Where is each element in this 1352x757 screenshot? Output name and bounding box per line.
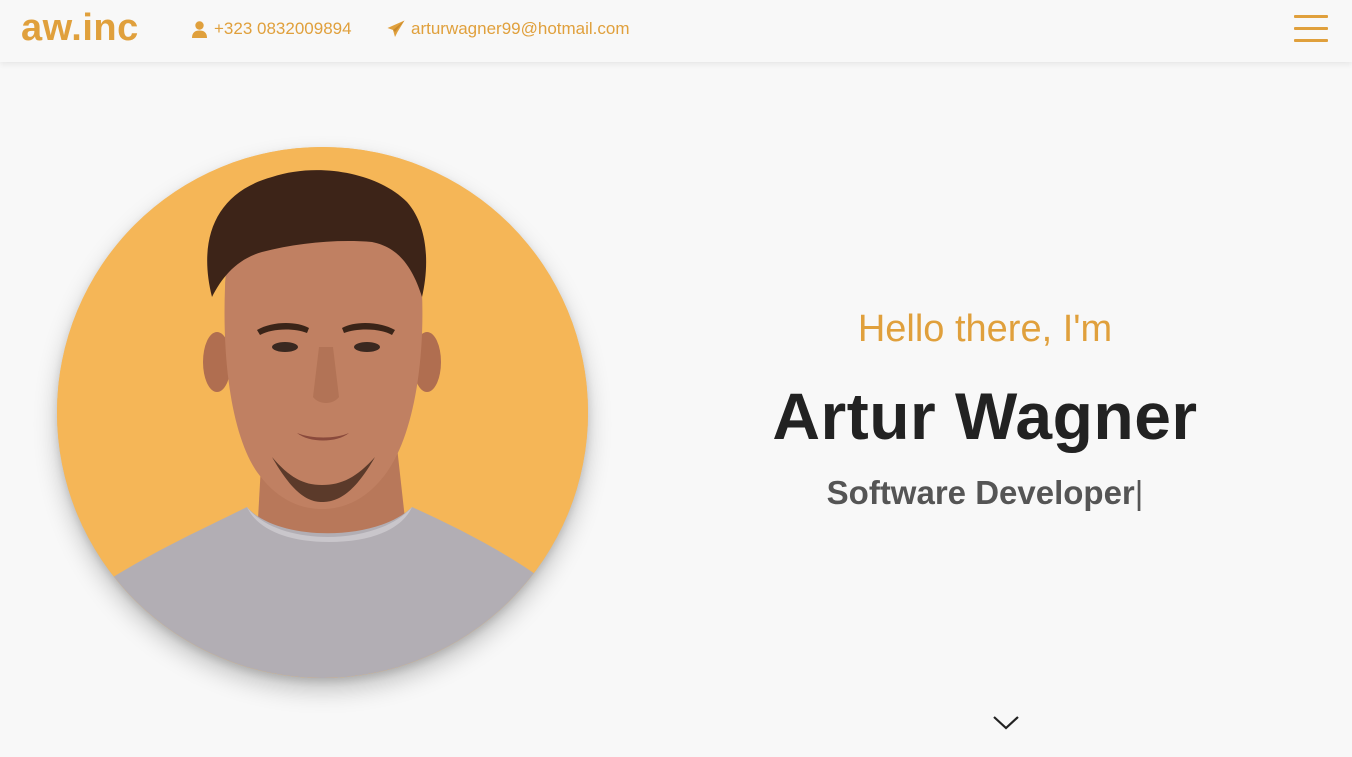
paper-plane-icon (387, 20, 405, 38)
phone-contact-link[interactable]: +323 0832009894 (190, 17, 352, 41)
email-address: arturwagner99@hotmail.com (411, 19, 630, 38)
phone-number: +323 0832009894 (214, 19, 352, 38)
menu-bar (1294, 15, 1328, 18)
role-text: Software Developer (826, 474, 1135, 511)
menu-bar (1294, 27, 1328, 30)
hero-name: Artur Wagner (772, 379, 1198, 453)
hamburger-menu-icon[interactable] (1294, 15, 1328, 43)
typing-caret: | (1134, 474, 1144, 511)
brand-logo[interactable]: aw.inc (21, 7, 139, 50)
email-contact-link[interactable]: arturwagner99@hotmail.com (387, 17, 630, 41)
hero-role: Software Developer| (660, 474, 1310, 512)
top-navbar: aw.inc +323 0832009894 arturwagner99@hot… (0, 0, 1352, 62)
profile-photo (57, 147, 588, 678)
chevron-down-icon[interactable] (991, 712, 1021, 732)
user-icon (190, 20, 208, 38)
menu-bar (1294, 39, 1328, 42)
hero-section: Hello there, I'm Artur Wagner Software D… (0, 62, 1352, 757)
greeting-text: Hello there, I'm (857, 308, 1113, 350)
